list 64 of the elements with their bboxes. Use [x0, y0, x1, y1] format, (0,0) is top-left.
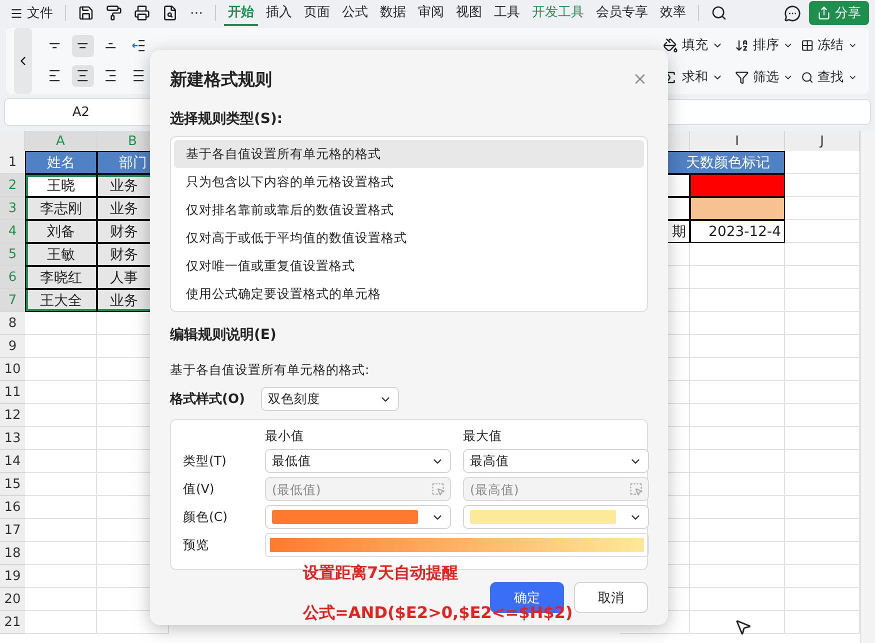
row-header[interactable]: 9: [0, 335, 25, 358]
row-header[interactable]: 19: [0, 565, 25, 588]
max-type-select[interactable]: 最高值: [463, 449, 649, 473]
format-style-select[interactable]: 双色刻度: [260, 387, 399, 411]
table-cell: 李志刚: [25, 197, 97, 220]
row-header[interactable]: 11: [0, 381, 25, 404]
row-header[interactable]: 10: [0, 358, 25, 381]
field-label: 类型(T): [183, 452, 228, 470]
menu-tab[interactable]: 工具: [490, 0, 524, 26]
row-header[interactable]: 18: [0, 542, 25, 565]
row-header[interactable]: 14: [0, 450, 25, 473]
menu-tab[interactable]: 公式: [338, 0, 372, 26]
ribbon-tool-button[interactable]: 筛选: [731, 66, 797, 88]
menu-tab[interactable]: 视图: [452, 0, 486, 26]
rule-type-item[interactable]: 仅对唯一值或重复值设置格式: [174, 252, 644, 280]
menu-tab[interactable]: 开发工具: [528, 0, 588, 26]
field-label: 格式样式(O): [170, 391, 245, 408]
rule-type-item[interactable]: 基于各自值设置所有单元格的格式: [174, 140, 644, 168]
ribbon-tool-button[interactable]: 冻结: [797, 34, 861, 56]
column-header[interactable]: J: [785, 131, 860, 151]
row-header[interactable]: 17: [0, 519, 25, 542]
menu-tab[interactable]: 数据: [376, 0, 410, 26]
field-label: 预览: [183, 536, 210, 554]
section-label: 编辑规则说明(E): [170, 326, 278, 344]
column-header[interactable]: I: [690, 131, 785, 151]
menu-tab[interactable]: 审阅: [414, 0, 448, 26]
row-header[interactable]: 1: [0, 151, 25, 174]
table-cell: 李晓红: [25, 266, 97, 289]
row-header[interactable]: 8: [0, 312, 25, 335]
menu-tab[interactable]: 效率: [656, 0, 690, 26]
ribbon-tool-button[interactable]: 填充: [659, 34, 731, 56]
share-button[interactable]: 分享: [809, 1, 869, 25]
row-header[interactable]: 20: [0, 588, 25, 611]
row-header[interactable]: 21: [0, 611, 25, 634]
header-cell: 姓名: [25, 151, 97, 174]
menu-tab[interactable]: 页面: [300, 0, 334, 26]
cancel-button[interactable]: 取消: [574, 582, 648, 613]
table-cell: 王大全: [25, 289, 97, 312]
more-button[interactable]: ⋯: [186, 4, 207, 22]
ribbon-tool-button[interactable]: 查找: [797, 66, 861, 88]
column-label: 最小值: [265, 428, 305, 445]
field-label: 颜色(C): [183, 508, 228, 526]
file-menu[interactable]: 文件: [6, 2, 57, 24]
row-header[interactable]: 16: [0, 496, 25, 519]
description-text: 基于各自值设置所有单元格的格式:: [170, 362, 370, 379]
annotation-text: 设置距离7天自动提醒: [303, 563, 458, 583]
field-label: 值(V): [183, 480, 216, 498]
row-header[interactable]: 15: [0, 473, 25, 496]
menu-tab[interactable]: 会员专享: [592, 0, 652, 26]
row-header[interactable]: 13: [0, 427, 25, 450]
ribbon-tool-button[interactable]: 求和: [659, 66, 731, 88]
section-label: 选择规则类型(S):: [170, 110, 284, 128]
min-type-select[interactable]: 最低值: [265, 449, 451, 473]
rule-type-item[interactable]: 使用公式确定要设置格式的单元格: [174, 280, 644, 308]
table-cell: 王敏: [25, 243, 97, 266]
dialog-title: 新建格式规则: [170, 68, 272, 90]
row-header[interactable]: 12: [0, 404, 25, 427]
menu-tab[interactable]: 开始: [224, 0, 258, 26]
table-cell: 刘备: [25, 220, 97, 243]
column-label: 最大值: [463, 428, 503, 445]
table-cell: 王晓: [25, 174, 97, 197]
ribbon-tool-button[interactable]: 排序: [731, 34, 797, 56]
table-cell: 2023-12-4: [690, 220, 785, 243]
menu-tab[interactable]: 插入: [262, 0, 296, 26]
